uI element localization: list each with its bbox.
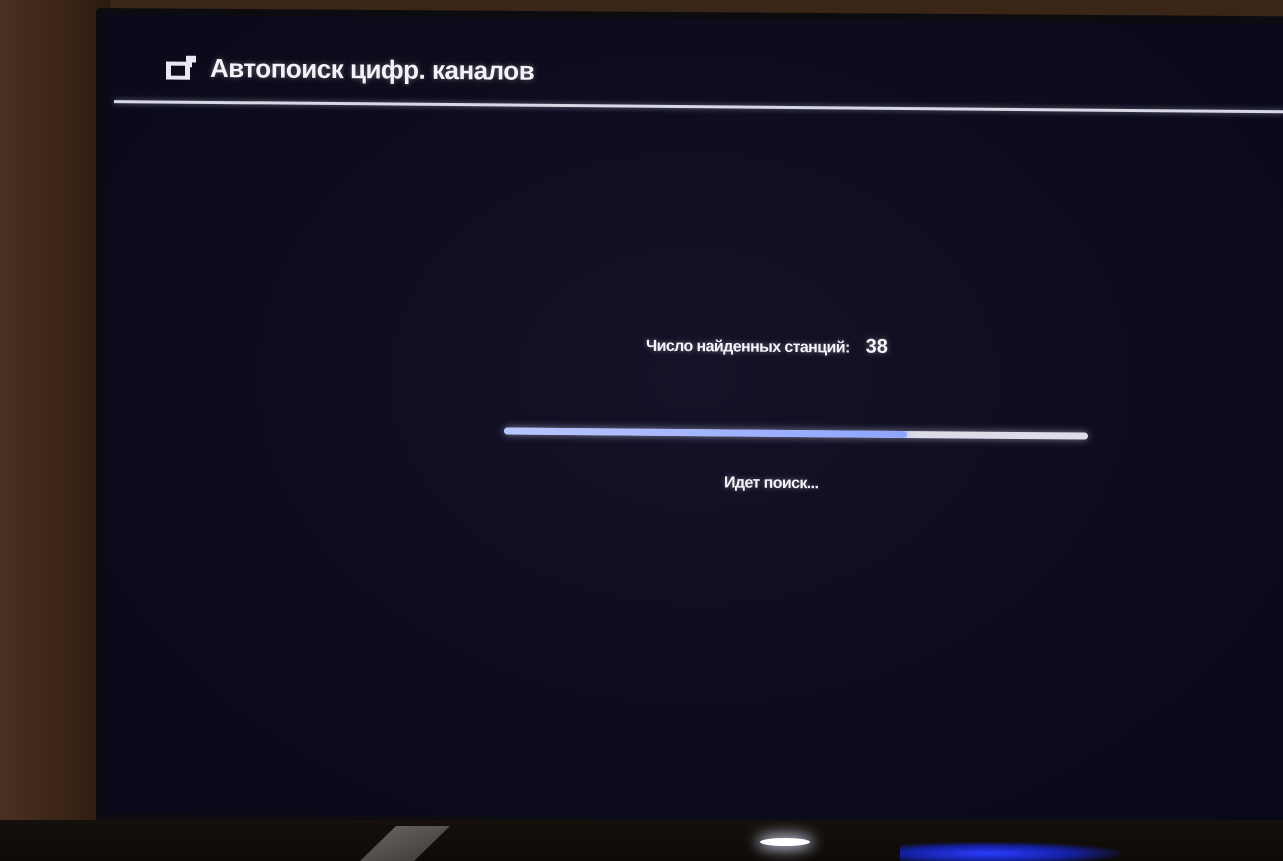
tv-power-led: [760, 838, 810, 846]
page-title: Автопоиск цифр. каналов: [210, 52, 535, 86]
tv-screen: Автопоиск цифр. каналов Число найденных …: [104, 14, 1283, 825]
room-background: Автопоиск цифр. каналов Число найденных …: [0, 0, 1283, 861]
tv-icon-flag: [186, 55, 196, 67]
stations-found-label: Число найденных станций:: [646, 337, 850, 357]
search-status: Идет поиск...: [724, 474, 819, 493]
stations-found-count: 38: [865, 335, 888, 358]
ambient-blue-light: [900, 842, 1120, 861]
tv-antenna-icon: [166, 55, 200, 81]
header-divider: [114, 100, 1283, 114]
search-progress-bar: [504, 427, 1088, 440]
search-progress-fill: [504, 427, 907, 439]
screen-header: Автопоиск цифр. каналов: [166, 53, 534, 87]
stations-found: Число найденных станций: 38: [646, 334, 888, 359]
wall-corner: [0, 0, 110, 861]
